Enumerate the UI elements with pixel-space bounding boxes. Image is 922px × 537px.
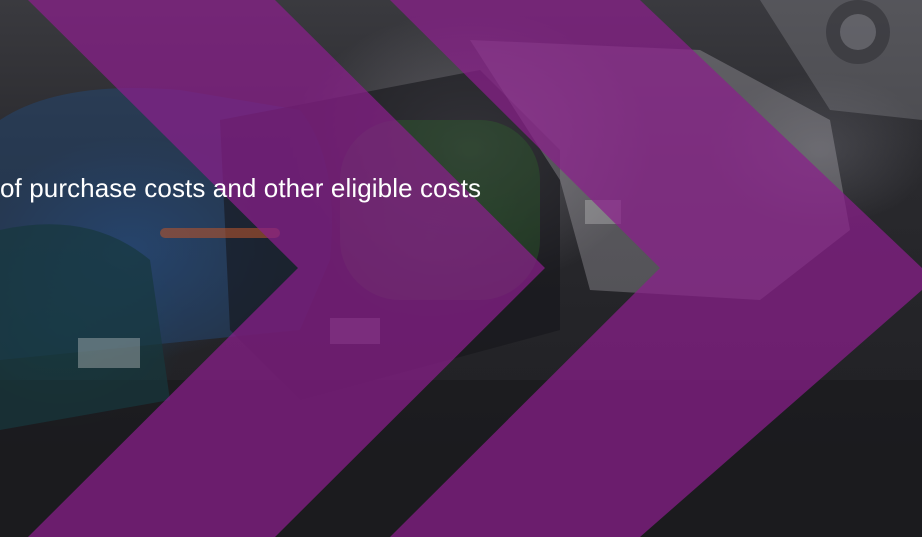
chevron-arrows-graphic: [28, 0, 922, 537]
chevron-left-icon: [28, 0, 545, 537]
slide-caption: of purchase costs and other eligible cos…: [0, 173, 482, 203]
slide: of purchase costs and other eligible cos…: [0, 0, 922, 537]
